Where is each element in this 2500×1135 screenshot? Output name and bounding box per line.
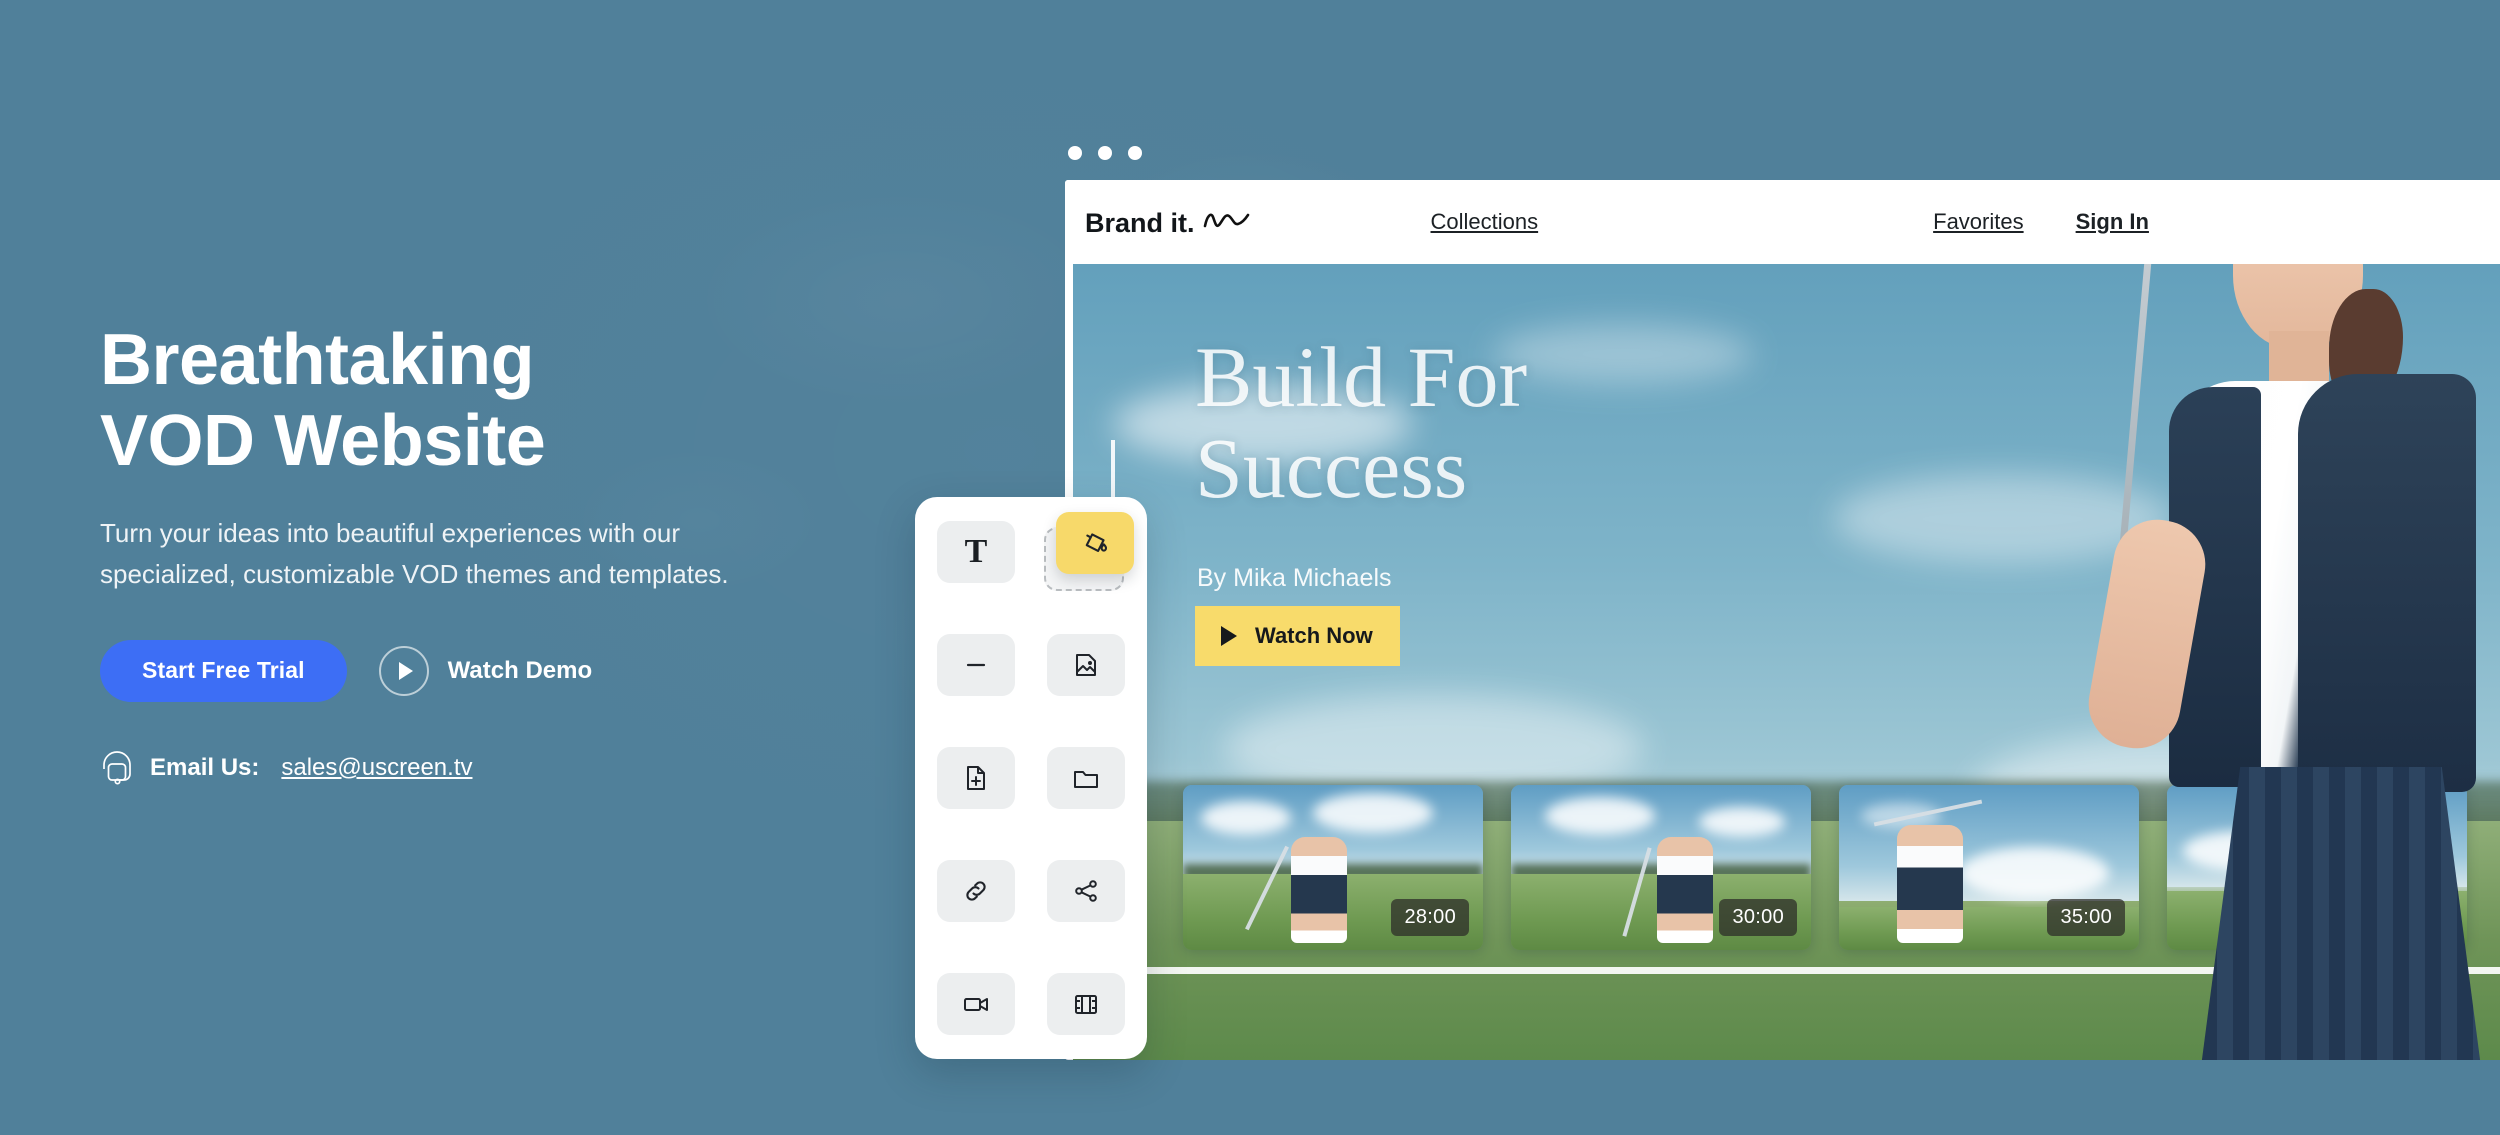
video-camera-icon[interactable]	[937, 973, 1015, 1035]
site-hero-title: Build For Success	[1195, 329, 1528, 517]
duration-badge: 28:00	[1391, 899, 1469, 936]
watch-now-button[interactable]: Watch Now	[1195, 606, 1400, 666]
watch-demo-button[interactable]: Watch Demo	[378, 645, 593, 696]
brand-logo[interactable]: Brand it.	[1085, 206, 1261, 239]
file-plus-icon[interactable]	[937, 747, 1015, 809]
video-thumbnail[interactable]	[2167, 785, 2467, 950]
duration-badge: 35:00	[2047, 899, 2125, 936]
site-nav: Brand it. Collections Favorites Sign In	[1065, 180, 2500, 264]
toolbar-leader-line	[1111, 440, 1115, 500]
hero-divider	[1073, 967, 2500, 974]
link-icon[interactable]	[937, 860, 1015, 922]
folder-icon[interactable]	[1047, 747, 1125, 809]
brand-text: Brand it.	[1085, 207, 1195, 238]
video-thumbnail[interactable]: 30:00	[1511, 785, 1811, 950]
site-nav-links: Collections Favorites Sign In	[1431, 209, 2149, 235]
nav-link-collections[interactable]: Collections	[1431, 209, 1539, 235]
divider-line-icon[interactable]	[937, 634, 1015, 696]
site-hero-author: By Mika Michaels	[1197, 564, 1392, 592]
editor-toolbar: T	[915, 497, 1147, 1059]
window-dots	[1068, 146, 1142, 160]
hero-subtitle: Turn your ideas into beautiful experienc…	[100, 518, 729, 589]
video-thumbnail[interactable]: 35:00	[1839, 785, 2139, 950]
play-triangle-icon	[1221, 626, 1237, 646]
headset-support-icon	[100, 750, 134, 786]
duration-badge: 30:00	[1719, 899, 1797, 936]
play-triangle-icon	[378, 645, 429, 696]
toolbar-row: T	[937, 512, 1134, 591]
window-dot-1	[1068, 146, 1082, 160]
text-tool-icon[interactable]: T	[937, 521, 1015, 583]
toolbar-row	[937, 973, 1125, 1035]
toolbar-row	[937, 747, 1125, 809]
nav-link-favorites[interactable]: Favorites	[1933, 209, 2023, 235]
browser-mockup: Brand it. Collections Favorites Sign In	[1065, 146, 2500, 1060]
email-us-row: Email Us: sales@uscreen.tv	[100, 750, 820, 786]
page-title: Breathtaking VOD Website	[100, 320, 546, 481]
toolbar-row	[937, 634, 1125, 696]
paint-bucket-drop-slot[interactable]	[1044, 512, 1134, 591]
image-icon[interactable]	[1047, 634, 1125, 696]
paint-bucket-icon[interactable]	[1056, 512, 1134, 574]
window-dot-3	[1128, 146, 1142, 160]
signature-squiggle-icon	[1201, 206, 1261, 232]
email-address-link[interactable]: sales@uscreen.tv	[281, 754, 472, 782]
browser-frame: Brand it. Collections Favorites Sign In	[1065, 180, 2500, 1060]
site-hero: Build For Success By Mika Michaels Watch…	[1073, 180, 2500, 1060]
hero-copy: Breathtaking VOD Website Turn your ideas…	[100, 320, 820, 786]
watch-now-label: Watch Now	[1255, 623, 1373, 648]
window-dot-2	[1098, 146, 1112, 160]
email-us-label: Email Us:	[150, 753, 260, 781]
start-free-trial-button[interactable]: Start Free Trial	[100, 639, 347, 702]
share-icon[interactable]	[1047, 860, 1125, 922]
cta-row: Start Free Trial Watch Demo	[100, 639, 820, 702]
video-thumbnail-strip: 28:00 30:00 35:00	[1183, 785, 2467, 950]
nav-link-sign-in[interactable]: Sign In	[2076, 209, 2149, 235]
video-thumbnail[interactable]: 28:00	[1183, 785, 1483, 950]
film-strip-icon[interactable]	[1047, 973, 1125, 1035]
watch-demo-label: Watch Demo	[447, 656, 593, 684]
toolbar-row	[937, 860, 1125, 922]
